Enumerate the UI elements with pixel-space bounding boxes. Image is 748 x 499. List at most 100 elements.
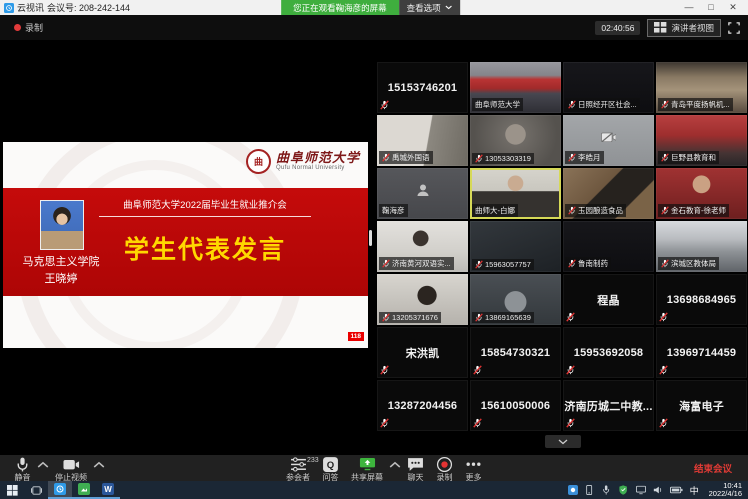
- participant-label: 青岛平度扬帆机...: [658, 98, 733, 111]
- share-screen-button[interactable]: 共享屏幕: [345, 457, 389, 484]
- participant-tile[interactable]: 15953692058: [563, 327, 654, 378]
- participant-tile[interactable]: 13205371676: [377, 274, 468, 325]
- participant-tile[interactable]: 鞠海彦: [377, 168, 468, 219]
- participant-tile[interactable]: 滨城区教体局: [656, 221, 747, 272]
- muted-mic-icon: [661, 153, 669, 162]
- end-meeting-button[interactable]: 结束会议: [688, 455, 738, 481]
- minimize-button[interactable]: —: [678, 0, 700, 15]
- participant-tile[interactable]: 济南历城二中教...: [563, 380, 654, 431]
- participant-tile[interactable]: 13969714459: [656, 327, 747, 378]
- participant-tile[interactable]: 曲阜师范大学: [470, 62, 561, 113]
- maximize-button[interactable]: □: [700, 0, 722, 15]
- muted-mic-icon: [475, 154, 483, 163]
- muted-mic-icon: [566, 418, 575, 428]
- participant-tile[interactable]: 玉园酿造食品: [563, 168, 654, 219]
- muted-mic-icon: [382, 153, 390, 162]
- chevron-down-icon: [445, 5, 452, 10]
- svg-text:W: W: [104, 485, 112, 494]
- tray-microphone-icon[interactable]: [602, 485, 612, 495]
- taskbar-clock[interactable]: 10:41 2022/4/16: [706, 482, 742, 498]
- participant-tile[interactable]: 15153746201: [377, 62, 468, 113]
- participant-tile[interactable]: 13869165639: [470, 274, 561, 325]
- qa-button[interactable]: Q问答: [316, 457, 345, 484]
- participant-name: 玉园酿造食品: [578, 205, 623, 216]
- slide-page-number: 118: [348, 332, 365, 341]
- participant-name: 宋洪凯: [377, 327, 468, 378]
- participant-name: 13969714459: [656, 327, 747, 378]
- speaker-view-label: 演讲者视图: [671, 22, 714, 34]
- participant-name: 金石教育-徐老师: [671, 205, 726, 216]
- meeting-number: 会议号: 208-242-144: [47, 1, 130, 14]
- participants-button[interactable]: 233参会者: [280, 457, 316, 484]
- participant-tile[interactable]: 15963057757: [470, 221, 561, 272]
- mute-options-caret-icon[interactable]: [37, 460, 49, 470]
- participant-tile[interactable]: 宋洪凯: [377, 327, 468, 378]
- windows-logo-icon: [7, 485, 18, 496]
- tray-security-shield-icon[interactable]: [619, 485, 629, 495]
- participant-tile[interactable]: 13287204456: [377, 380, 468, 431]
- qa-icon: Q: [322, 458, 339, 471]
- participant-tile[interactable]: 15610050006: [470, 380, 561, 431]
- participant-tile[interactable]: 曲师大-白娜: [470, 168, 561, 219]
- grid-view-icon: [654, 22, 667, 33]
- slide-red-band: 曲阜师范大学2022届毕业生就业推介会 学生代表发言 马克思主义学院 王晓婷: [3, 188, 368, 296]
- grid-scroll-more-button[interactable]: [545, 435, 581, 448]
- participants-label: 参会者: [286, 472, 310, 483]
- avatar-icon: [415, 182, 431, 198]
- speaker-college: 马克思主义学院: [7, 254, 115, 271]
- tray-app-icon[interactable]: [568, 485, 578, 495]
- speaker-info: 马克思主义学院 王晓婷: [7, 254, 115, 288]
- participant-tile[interactable]: 日照经开区社会...: [563, 62, 654, 113]
- participant-name: 鞠海彦: [382, 205, 405, 216]
- chevron-down-icon: [558, 439, 568, 445]
- speaker-view-button[interactable]: 演讲者视图: [647, 19, 721, 37]
- chat-button[interactable]: 聊天: [401, 457, 430, 484]
- tray-speaker-icon[interactable]: [653, 485, 663, 495]
- tray-phone-icon[interactable]: [585, 485, 595, 495]
- university-name-cn: 曲阜师范大学: [276, 152, 360, 165]
- app-window: 云视讯 会议号: 208-242-144 您正在观看鞠海彦的屏幕 查看选项 — …: [0, 0, 748, 499]
- participant-label: 日照经开区社会...: [565, 98, 640, 111]
- cloud-meeting-app-icon: [54, 483, 66, 495]
- participant-tile[interactable]: 济南黄河双语实...: [377, 221, 468, 272]
- participant-tile[interactable]: 金石教育-徐老师: [656, 168, 747, 219]
- close-button[interactable]: ✕: [722, 0, 744, 15]
- fullscreen-icon[interactable]: [728, 22, 740, 34]
- participant-tile[interactable]: 15854730321: [470, 327, 561, 378]
- participant-label: 13205371676: [379, 312, 441, 323]
- more-label: 更多: [466, 472, 482, 483]
- mute-button[interactable]: 静音: [8, 457, 37, 484]
- tray-battery-icon[interactable]: [670, 485, 683, 495]
- more-icon: [465, 458, 482, 471]
- top-toolbar-right: 02:40:56 演讲者视图: [595, 19, 748, 37]
- participant-tile[interactable]: 13698684965: [656, 274, 747, 325]
- participant-tile[interactable]: 禹城外国语: [377, 115, 468, 166]
- stop-video-button[interactable]: 停止视频: [49, 457, 93, 484]
- participant-name: 15153746201: [377, 62, 468, 113]
- participant-name: 滨城区教体局: [671, 258, 716, 269]
- participant-tile[interactable]: 鲁南制药: [563, 221, 654, 272]
- muted-mic-icon: [475, 260, 483, 269]
- participant-tile[interactable]: 海富电子: [656, 380, 747, 431]
- participant-tile[interactable]: 巨野县教育和: [656, 115, 747, 166]
- participant-tile[interactable]: 青岛平度扬帆机...: [656, 62, 747, 113]
- stop-video-options-caret-icon[interactable]: [93, 460, 105, 470]
- participant-tile[interactable]: 程晶: [563, 274, 654, 325]
- more-button[interactable]: 更多: [459, 457, 488, 484]
- tray-display-icon[interactable]: [636, 485, 646, 495]
- participant-tile[interactable]: 13053303319: [470, 115, 561, 166]
- participant-label: 13053303319: [472, 153, 534, 164]
- main-area: 曲 曲阜师范大学 Qufu Normal University 曲阜师范大学20…: [0, 40, 748, 454]
- slide-title: 学生代表发言: [99, 230, 311, 266]
- word-app-icon: W: [102, 483, 114, 495]
- view-options-button[interactable]: 查看选项: [399, 0, 460, 15]
- share-screen-options-caret-icon[interactable]: [389, 460, 401, 470]
- panel-resize-handle[interactable]: [369, 230, 372, 246]
- participant-name: 程晶: [563, 274, 654, 325]
- record-button[interactable]: 录制: [430, 457, 459, 484]
- participant-tile[interactable]: 李皓月: [563, 115, 654, 166]
- ime-indicator[interactable]: 中: [690, 484, 699, 497]
- participant-name: 日照经开区社会...: [578, 99, 637, 110]
- muted-mic-icon: [568, 259, 576, 268]
- task-view-icon: [31, 485, 42, 496]
